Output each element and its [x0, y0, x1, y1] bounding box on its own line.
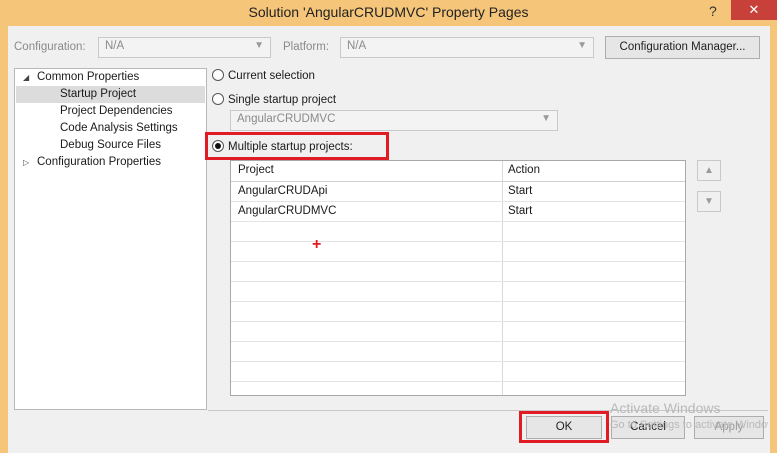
platform-select[interactable]: N/A ▼	[340, 37, 594, 58]
tree-item-configuration-properties[interactable]: ▷ Configuration Properties	[23, 154, 161, 171]
table-row	[231, 282, 685, 302]
collapsed-arrow-icon[interactable]: ▷	[23, 154, 37, 171]
platform-label: Platform:	[283, 41, 330, 53]
table-row	[231, 242, 685, 262]
grid-header: Project Action	[231, 161, 685, 182]
action-cell[interactable]: Start	[508, 205, 532, 217]
project-cell: AngularCRUDApi	[238, 185, 328, 197]
dialog-body: Configuration: N/A ▼ Platform: N/A ▼ Con…	[8, 26, 770, 453]
table-row	[231, 322, 685, 342]
platform-value: N/A	[347, 40, 367, 52]
activation-watermark-title: Activate Windows	[610, 400, 721, 416]
close-icon[interactable]: ✕	[731, 0, 777, 20]
table-row	[231, 342, 685, 362]
table-row[interactable]: AngularCRUDApi Start	[231, 182, 685, 202]
single-startup-select[interactable]: AngularCRUDMVC ▼	[230, 110, 558, 131]
table-row	[231, 362, 685, 382]
chevron-down-icon: ▼	[541, 113, 551, 124]
chevron-down-icon: ▼	[254, 40, 264, 51]
startup-projects-grid[interactable]: Project Action AngularCRUDApi Start Angu…	[230, 160, 686, 396]
expanded-arrow-icon[interactable]: ◢	[23, 69, 37, 86]
title-bar: Solution 'AngularCRUDMVC' Property Pages…	[0, 0, 777, 26]
configuration-select[interactable]: N/A ▼	[98, 37, 271, 58]
chevron-down-icon: ▼	[577, 40, 587, 51]
move-down-button[interactable]: ▼	[697, 191, 721, 212]
tree-item-project-dependencies[interactable]: Project Dependencies	[60, 103, 173, 120]
configuration-label: Configuration:	[14, 41, 86, 53]
tree-item-startup-project[interactable]: Startup Project	[16, 86, 205, 103]
tree-item-debug-source-files[interactable]: Debug Source Files	[60, 137, 161, 154]
move-up-button[interactable]: ▲	[697, 160, 721, 181]
column-header-action[interactable]: Action	[508, 164, 540, 176]
highlight-box-ok	[519, 411, 609, 443]
action-cell[interactable]: Start	[508, 185, 532, 197]
project-cell: AngularCRUDMVC	[238, 205, 337, 217]
table-row	[231, 302, 685, 322]
cursor-crosshair-icon: +	[312, 236, 322, 253]
configuration-value: N/A	[105, 40, 125, 52]
column-header-project[interactable]: Project	[238, 164, 274, 176]
radio-current-selection[interactable]: Current selection	[212, 67, 315, 85]
help-icon[interactable]: ?	[709, 3, 717, 19]
table-row	[231, 222, 685, 242]
radio-button[interactable]	[212, 93, 224, 105]
category-tree: ◢ Common Properties Startup Project Proje…	[14, 68, 207, 410]
radio-button[interactable]	[212, 69, 224, 81]
tree-item-code-analysis[interactable]: Code Analysis Settings	[60, 120, 178, 137]
tree-item-common-properties[interactable]: ◢ Common Properties	[23, 69, 139, 86]
radio-single-startup[interactable]: Single startup project	[212, 91, 336, 109]
configuration-manager-button[interactable]: Configuration Manager...	[605, 36, 760, 59]
highlight-box-multiple	[205, 132, 389, 160]
window-title: Solution 'AngularCRUDMVC' Property Pages	[248, 4, 529, 20]
activation-watermark-text: Go to Settings to activate Windows.	[610, 419, 768, 431]
table-row	[231, 262, 685, 282]
table-row[interactable]: AngularCRUDMVC Start	[231, 202, 685, 222]
